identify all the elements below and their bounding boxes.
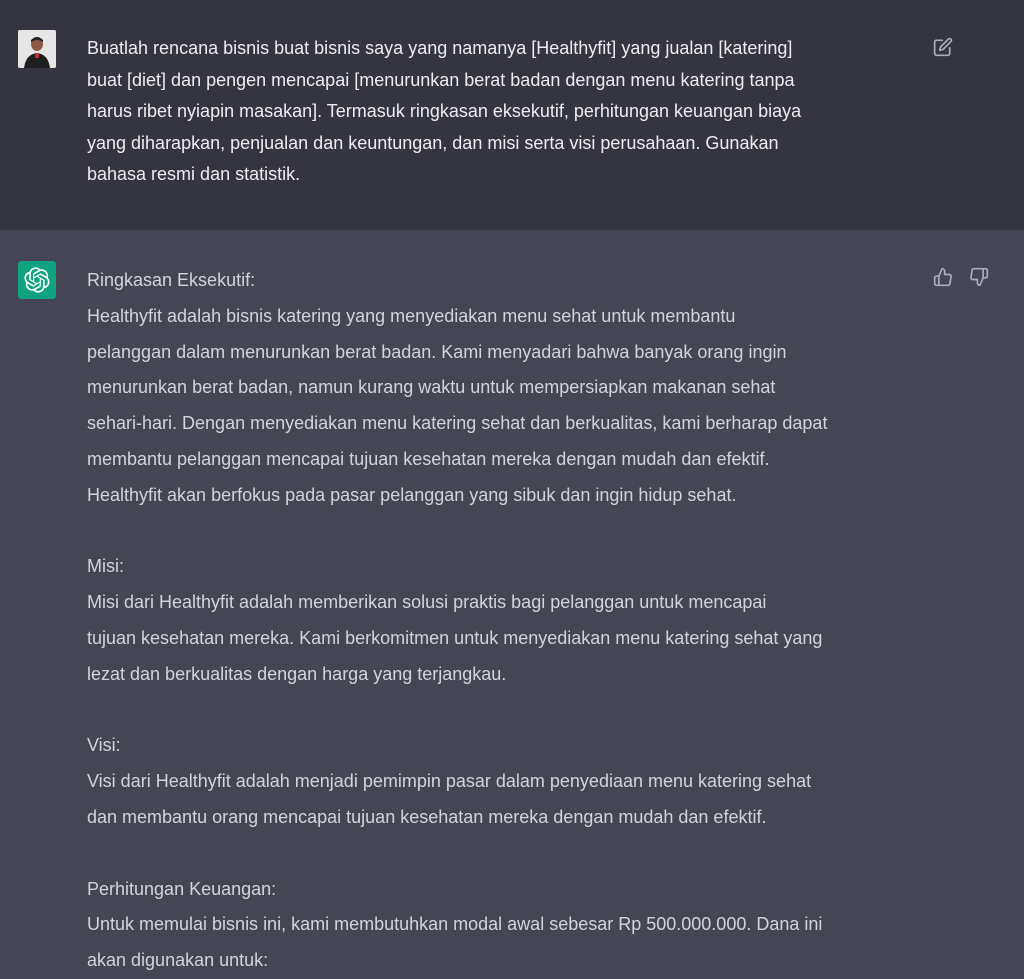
- user-message: Buatlah rencana bisnis buat bisnis saya …: [0, 0, 1024, 230]
- thumbs-up-icon[interactable]: [932, 266, 954, 288]
- user-avatar: [18, 30, 56, 68]
- assistant-avatar: [18, 261, 56, 299]
- assistant-message-text: Ringkasan Eksekutif: Healthyfit adalah b…: [87, 263, 922, 979]
- assistant-message: Ringkasan Eksekutif: Healthyfit adalah b…: [0, 230, 1024, 970]
- section-visi: Visi: Visi dari Healthyfit adalah menjad…: [87, 735, 812, 827]
- user-photo-icon: [18, 30, 56, 68]
- thumbs-down-icon[interactable]: [968, 266, 990, 288]
- edit-icon[interactable]: [932, 36, 954, 58]
- section-ringkasan-eksekutif: Ringkasan Eksekutif: Healthyfit adalah b…: [87, 270, 828, 505]
- section-misi: Misi: Misi dari Healthyfit adalah member…: [87, 556, 823, 684]
- user-message-text: Buatlah rencana bisnis buat bisnis saya …: [87, 38, 802, 184]
- section-perhitungan-keuangan: Perhitungan Keuangan: Untuk memulai bisn…: [87, 878, 823, 971]
- openai-logo-icon: [24, 267, 50, 293]
